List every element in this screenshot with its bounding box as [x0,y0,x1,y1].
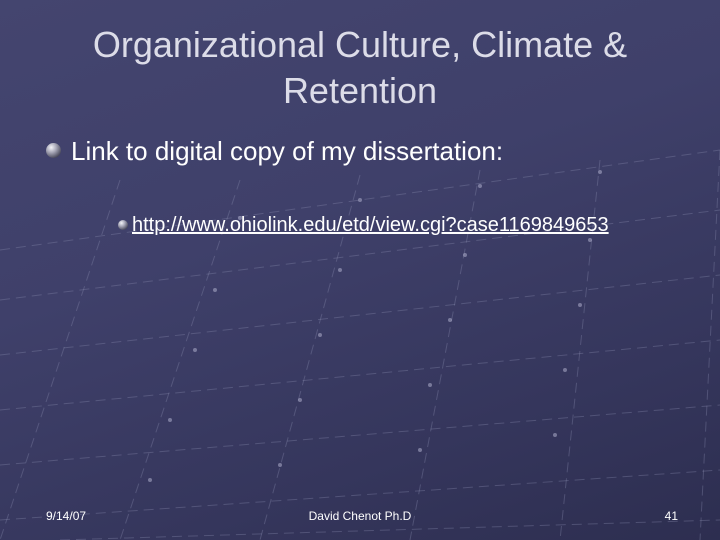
footer-author: David Chenot Ph.D [308,509,412,523]
sphere-bullet-icon [118,220,128,230]
dissertation-link[interactable]: http://www.ohiolink.edu/etd/view.cgi?cas… [132,212,677,239]
footer-date: 9/14/07 [46,509,87,523]
sphere-bullet-icon [46,143,61,158]
bullet-text: Link to digital copy of my dissertation: [71,136,504,166]
footer-page-number: 41 [664,509,678,523]
sub-bullet-item-link: http://www.ohiolink.edu/etd/view.cgi?cas… [118,212,678,239]
bullet-item-dissertation: Link to digital copy of my dissertation: [46,134,686,168]
slide-title: Organizational Culture, Climate & Retent… [92,24,628,111]
slide: Organizational Culture, Climate & Retent… [0,0,720,540]
